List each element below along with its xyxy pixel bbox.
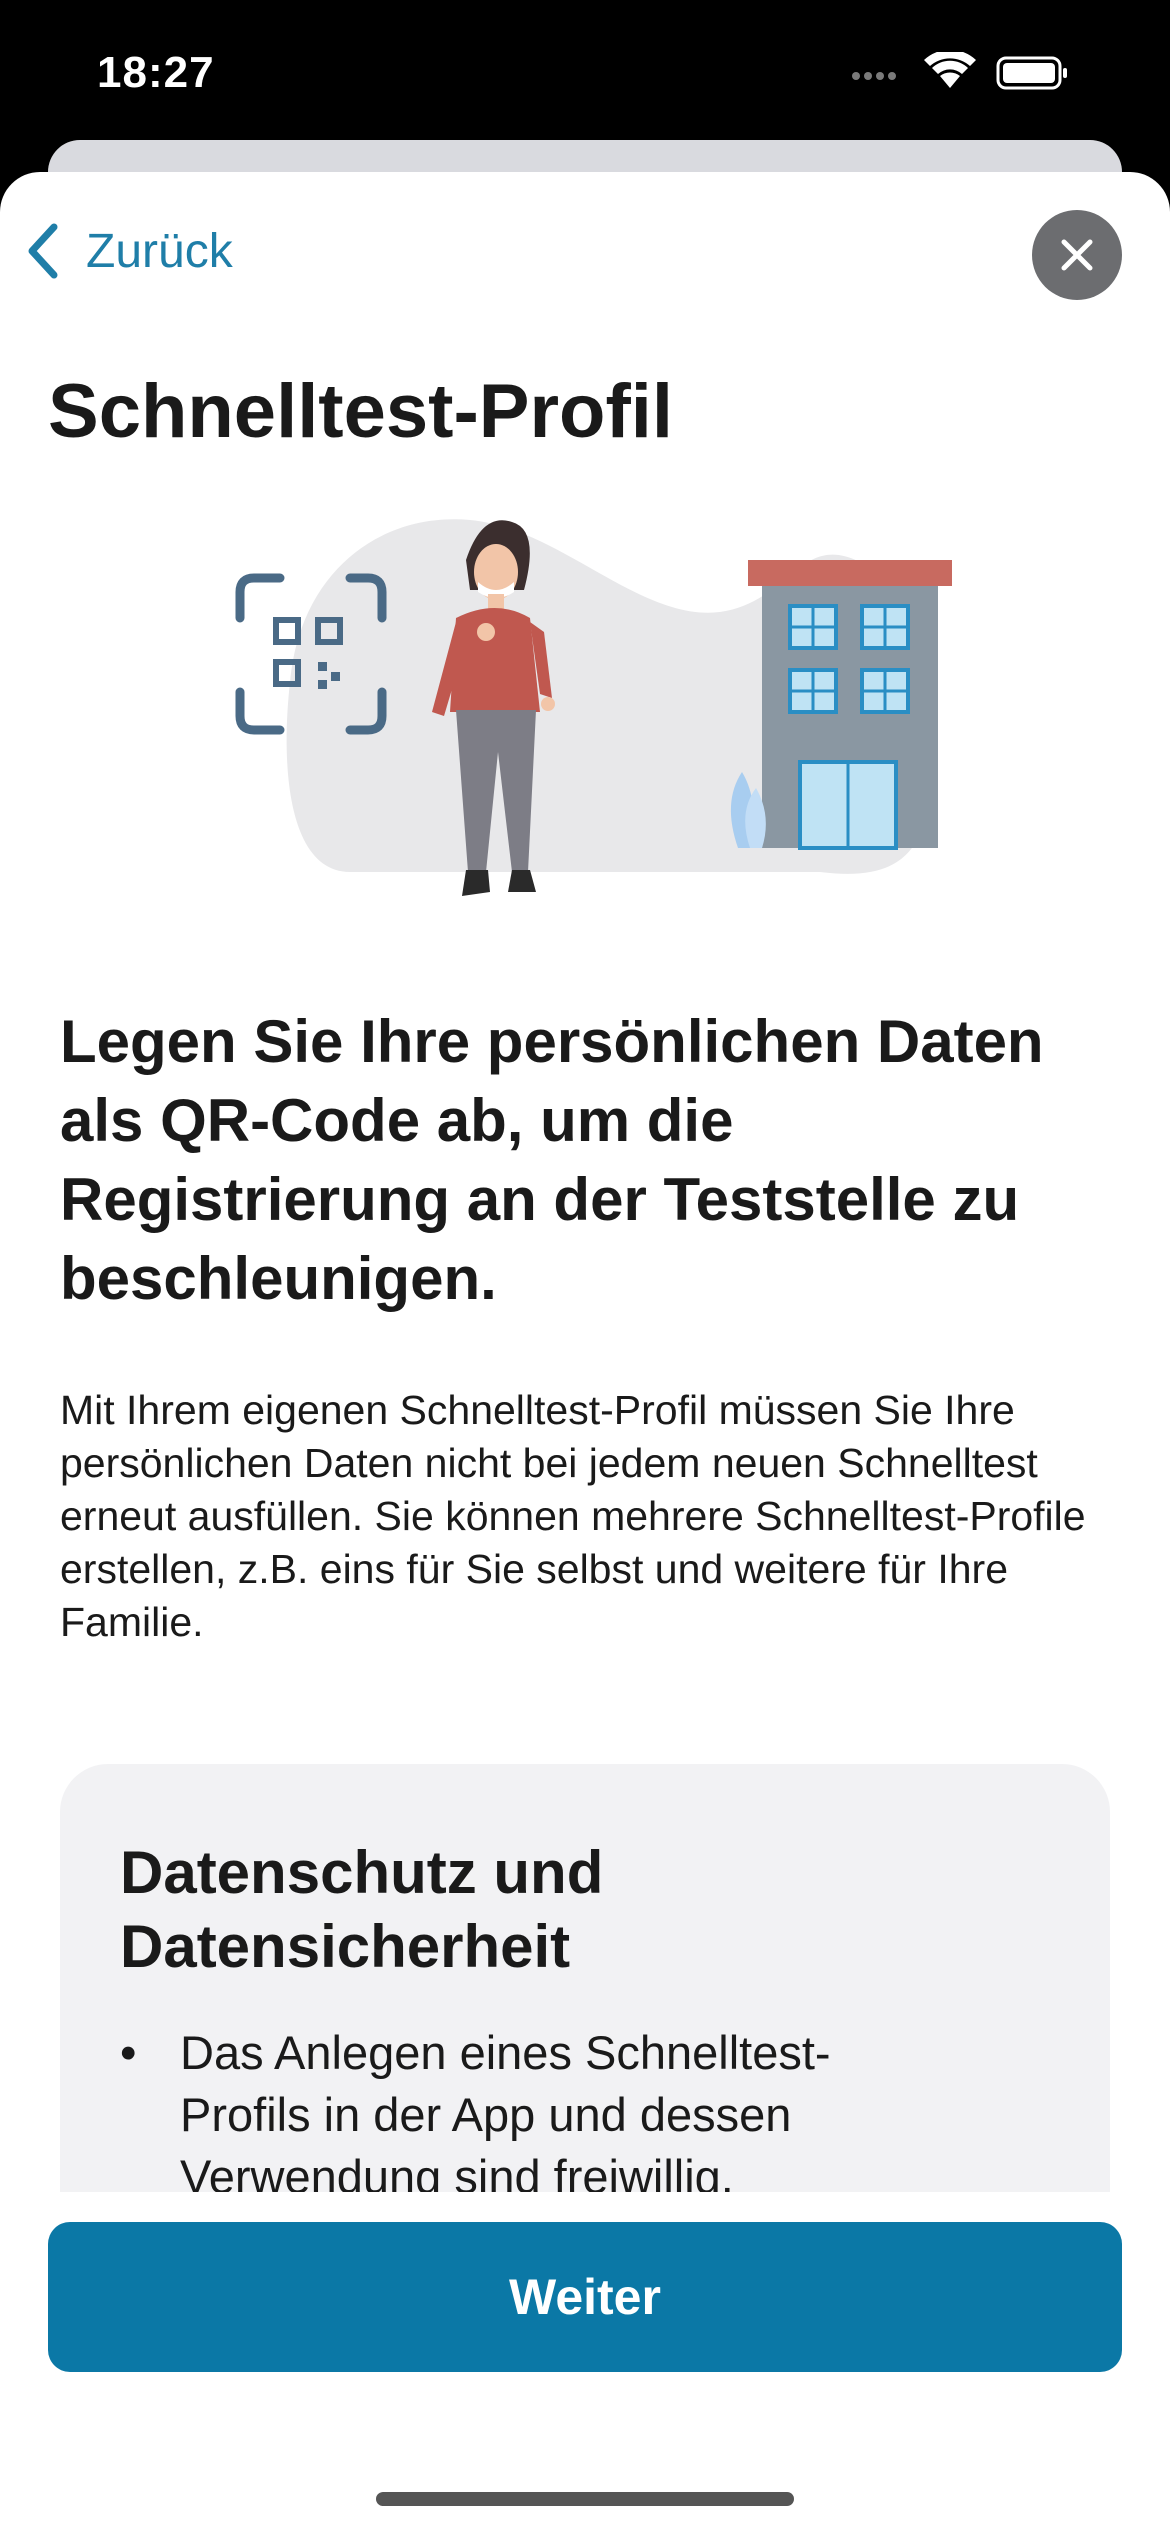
close-button[interactable] xyxy=(1032,210,1122,300)
body-text: Mit Ihrem eigenen Schnelltest-Profil müs… xyxy=(60,1387,1086,1645)
page-title: Schnelltest-Profil xyxy=(48,369,673,454)
close-icon xyxy=(1061,239,1093,271)
chevron-left-icon xyxy=(28,223,58,279)
headline: Legen Sie Ihre persönlichen Daten als QR… xyxy=(60,1008,1044,1312)
battery-icon xyxy=(996,56,1067,90)
bottom-bar: Weiter xyxy=(0,2192,1170,2532)
back-label: Zurück xyxy=(86,224,233,278)
modal-sheet: Zurück Schnelltest-Profil Legen Sie Ihre… xyxy=(0,172,1170,2532)
home-indicator xyxy=(376,2492,794,2506)
list-item: Das Anlegen eines Schnelltest-Profils in… xyxy=(120,2022,940,2208)
status-icons xyxy=(852,52,1067,90)
signal-dots-icon xyxy=(852,72,896,80)
wifi-icon xyxy=(924,52,976,88)
status-bar: 18:27 xyxy=(0,0,1170,150)
continue-button[interactable]: Weiter xyxy=(48,2222,1122,2372)
back-button[interactable]: Zurück xyxy=(24,216,233,286)
privacy-title: Datenschutz und Datensicherheit xyxy=(120,1839,604,1980)
privacy-card: Datenschutz und Datensicherheit Das Anle… xyxy=(60,1764,1110,2224)
status-time: 18:27 xyxy=(97,48,215,97)
test-center-building xyxy=(730,560,952,850)
privacy-list: Das Anlegen eines Schnelltest-Profils in… xyxy=(120,2022,940,2208)
